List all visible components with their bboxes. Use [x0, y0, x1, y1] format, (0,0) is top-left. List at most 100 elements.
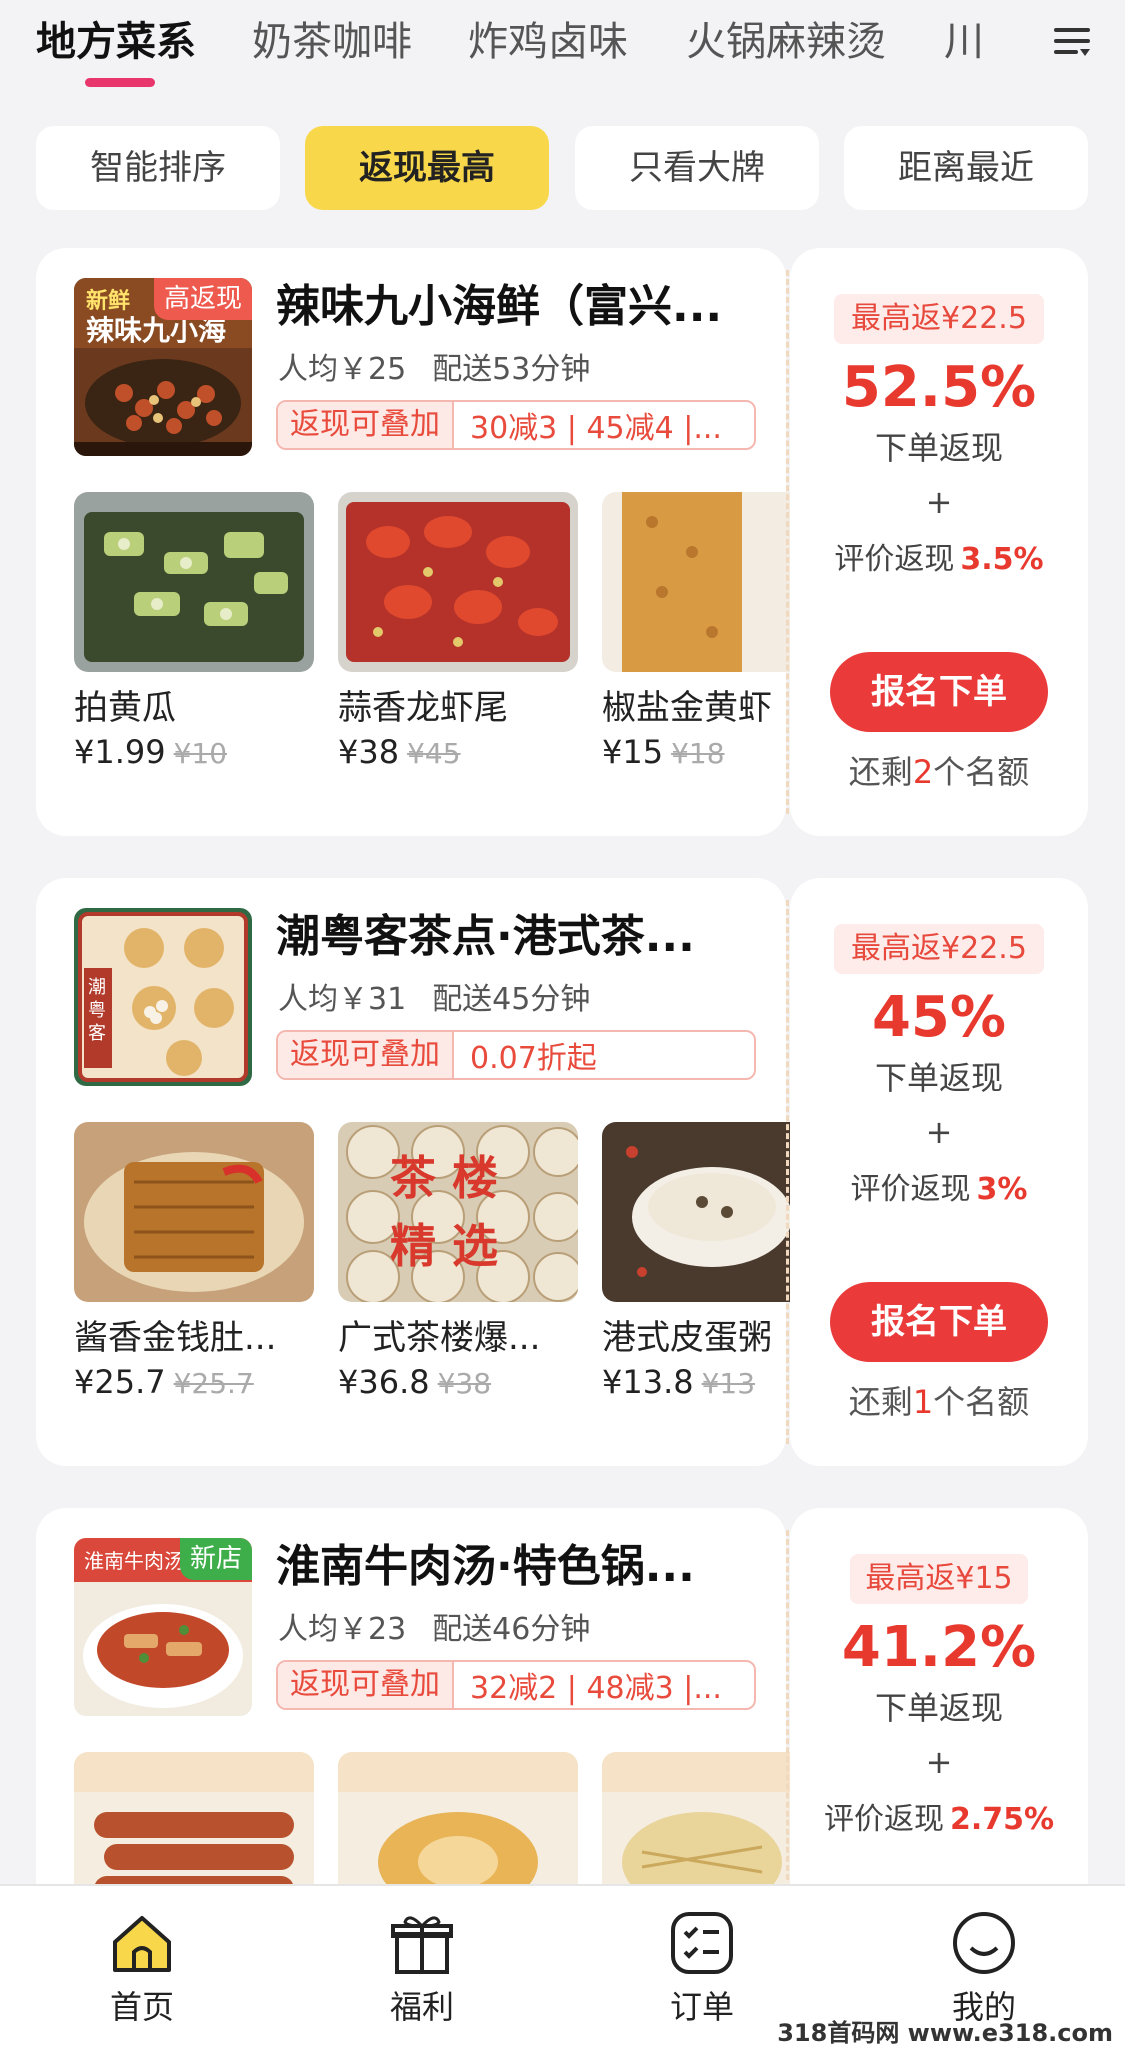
dish-image [602, 492, 796, 672]
signup-order-button[interactable]: 报名下单 [830, 1282, 1048, 1362]
tab-fried-chicken[interactable]: 炸鸡卤味 [468, 14, 628, 70]
dish-original-price: ¥25.7 [173, 1367, 254, 1400]
dish-image [338, 1752, 578, 1892]
tab-hotpot[interactable]: 火锅麻辣烫 [686, 14, 886, 70]
order-cashback-rate: 52.5% [841, 355, 1037, 420]
sort-big-brands[interactable]: 只看大牌 [575, 126, 819, 210]
order-cashback-rate: 41.2% [841, 1615, 1037, 1680]
order-cashback-label: 下单返现 [874, 1689, 1003, 1727]
store-card[interactable]: 淮南牛肉汤 新店 淮南牛肉汤·特色锅... 人均￥23 配送46分钟 返现可叠加 … [36, 1508, 796, 1928]
nav-home[interactable]: 首页 [62, 1908, 222, 2028]
sort-nearest[interactable]: 距离最近 [844, 126, 1088, 210]
dish-image [602, 1122, 796, 1302]
dish-original-price: ¥18 [671, 737, 725, 770]
store-logo: 潮 粤 客 [74, 908, 252, 1086]
watermark-text: 318首码网 www.e318.com [777, 2019, 1113, 2047]
remaining-quota: 还剩2个名额 [848, 753, 1030, 791]
category-tab-bar: 地方菜系 奶茶咖啡 炸鸡卤味 火锅麻辣烫 川 [0, 0, 1125, 112]
store-name[interactable]: 淮南牛肉汤·特色锅... [276, 1538, 766, 1596]
dish-name: 椒盐金黄虾 [602, 688, 772, 728]
tab-milk-tea-coffee[interactable]: 奶茶咖啡 [252, 14, 412, 70]
nav-home-label: 首页 [109, 1988, 174, 2026]
store-name[interactable]: 辣味九小海鲜（富兴... [276, 278, 766, 336]
max-return-badge: 最高返¥15 [850, 1554, 1028, 1604]
promo-text: 30减3 | 45减4 |... [470, 411, 722, 446]
dish-item[interactable]: 港式皮蛋粥 ¥13.8 ¥13 [602, 1122, 796, 1406]
dish-strip[interactable] [74, 1752, 796, 1892]
store-name[interactable]: 潮粤客茶点·港式茶... [276, 908, 766, 966]
smile-face-icon [953, 1912, 1015, 1974]
store-meta: 人均￥23 配送46分钟 [278, 1610, 590, 1650]
new-store-badge: 新店 [179, 1538, 252, 1580]
dish-image [338, 492, 578, 672]
dish-item[interactable]: 茶 楼 精 选 广式茶楼爆... ¥36.8 ¥38 [338, 1122, 578, 1406]
plus-sign: + [925, 1113, 953, 1151]
dish-price: ¥15 ¥18 [602, 733, 725, 771]
nav-orders[interactable]: 订单 [622, 1908, 782, 2028]
order-cashback-rate: 45% [871, 985, 1007, 1050]
promo-box: 返现可叠加 32减2 | 48减3 |... [276, 1660, 756, 1710]
review-cashback: 评价返现 3% [850, 1172, 1028, 1207]
dish-original-price: ¥38 [437, 1367, 492, 1400]
active-tab-indicator [85, 78, 155, 87]
dish-item[interactable] [602, 1752, 796, 1892]
filter-menu-icon[interactable] [1052, 22, 1092, 62]
avg-price: 人均￥25 [278, 352, 407, 387]
delivery-time: 配送53分钟 [432, 352, 591, 387]
remaining-quota: 还剩1个名额 [848, 1383, 1030, 1421]
gift-icon [391, 1916, 453, 1974]
dish-strip[interactable]: 酱香金钱肚... ¥25.7 ¥25.7 茶 楼 精 选 广式茶楼爆... ¥36… [74, 1122, 796, 1412]
review-cashback-pct: 3.5% [960, 542, 1044, 577]
nav-welfare[interactable]: 福利 [342, 1908, 502, 2028]
dish-name: 酱香金钱肚... [74, 1318, 277, 1358]
store-card[interactable]: 新鲜 辣味九小海 高返现 辣味九小海鲜（富兴... 人均￥25 配送53分钟 返现… [36, 248, 796, 836]
cashback-panel: 最高返¥22.5 45% 下单返现 + 评价返现 3% 报名下单 还剩1个名额 [790, 878, 1088, 1466]
dish-strip[interactable]: 拍黄瓜 ¥1.99 ¥10 蒜香龙虾尾 ¥38 ¥45 椒盐金黄虾 ¥15 ¥1… [74, 492, 796, 782]
dish-item[interactable] [338, 1752, 578, 1892]
dish-name: 拍黄瓜 [74, 688, 176, 728]
store-card[interactable]: 潮 粤 客 潮粤客茶点·港式茶... 人均￥31 配送45分钟 返现可叠加 0.0… [36, 878, 796, 1466]
review-cashback-pct: 3% [976, 1172, 1028, 1207]
signup-order-button[interactable]: 报名下单 [830, 652, 1048, 732]
store-logo: 新鲜 辣味九小海 高返现 [74, 278, 252, 456]
tab-local-cuisine[interactable]: 地方菜系 [36, 14, 196, 70]
dish-price: ¥36.8 ¥38 [338, 1363, 492, 1401]
nav-welfare-label: 福利 [389, 1988, 454, 2026]
review-cashback: 评价返现 2.75% [823, 1802, 1055, 1837]
order-cashback-label: 下单返现 [874, 429, 1003, 467]
store-meta: 人均￥25 配送53分钟 [278, 350, 590, 390]
svg-text:潮: 潮 [88, 977, 106, 998]
promo-tag: 返现可叠加 [278, 1032, 454, 1078]
dish-image: 茶 楼 精 选 [338, 1122, 578, 1302]
dish-name: 蒜香龙虾尾 [338, 688, 508, 728]
dish-original-price: ¥45 [407, 737, 461, 770]
dish-item[interactable]: 拍黄瓜 ¥1.99 ¥10 [74, 492, 314, 776]
tab-sichuan[interactable]: 川 [944, 14, 984, 70]
promo-text: 0.07折起 [470, 1041, 597, 1076]
dish-item[interactable]: 蒜香龙虾尾 ¥38 ¥45 [338, 492, 578, 776]
dish-image [74, 492, 314, 672]
delivery-time: 配送46分钟 [432, 1612, 591, 1647]
sort-highest-cashback[interactable]: 返现最高 [305, 126, 549, 210]
max-return-badge: 最高返¥22.5 [834, 924, 1044, 974]
nav-mine[interactable]: 我的 [904, 1908, 1064, 2028]
dish-image [74, 1752, 314, 1892]
dish-item[interactable]: 酱香金钱肚... ¥25.7 ¥25.7 [74, 1122, 314, 1406]
bottom-nav: 首页 福利 订单 我的 318首码网 www.e318.com [0, 1884, 1125, 2054]
dish-image [602, 1752, 796, 1892]
cashback-panel: 最高返¥22.5 52.5% 下单返现 + 评价返现 3.5% 报名下单 还剩2个… [790, 248, 1088, 836]
svg-text:粤: 粤 [88, 1000, 106, 1021]
plus-sign: + [925, 483, 953, 521]
dish-overlay-text: 茶 楼 [390, 1151, 498, 1205]
dish-item[interactable] [74, 1752, 314, 1892]
card-divider [786, 900, 789, 1444]
dish-name: 广式茶楼爆... [338, 1318, 541, 1358]
svg-text:淮南牛肉汤: 淮南牛肉汤 [84, 1549, 184, 1573]
dish-item[interactable]: 椒盐金黄虾 ¥15 ¥18 [602, 492, 796, 776]
promo-tag: 返现可叠加 [278, 402, 454, 448]
dish-price: ¥25.7 ¥25.7 [74, 1363, 254, 1401]
dish-price: ¥1.99 ¥10 [74, 733, 228, 771]
max-return-badge: 最高返¥22.5 [834, 294, 1044, 344]
high-cashback-badge: 高返现 [153, 278, 252, 320]
sort-smart[interactable]: 智能排序 [36, 126, 280, 210]
